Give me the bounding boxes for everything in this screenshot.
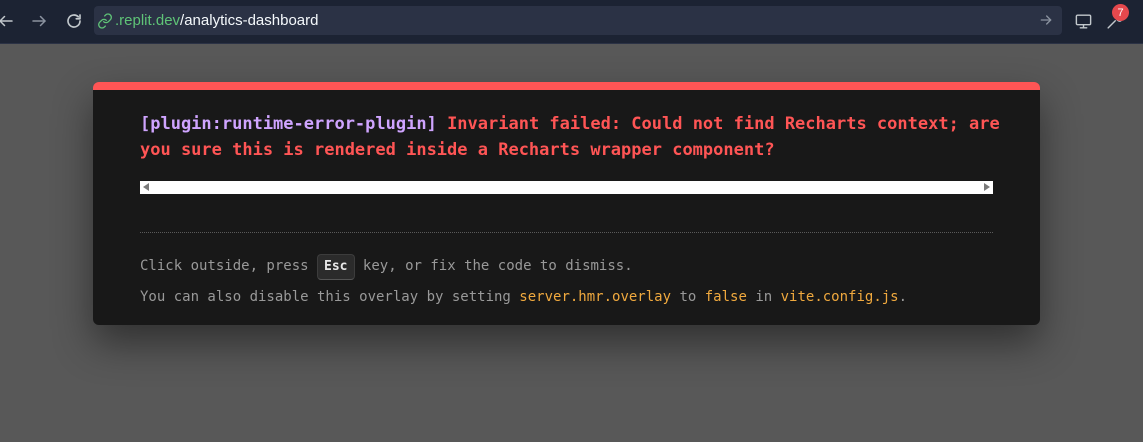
arrow-right-icon [1040,15,1052,25]
arrow-right-icon [32,15,46,27]
setting-value: false [704,289,747,305]
monitor-icon [1075,13,1091,29]
divider [140,232,993,233]
browser-toolbar: .replit.dev/analytics-dashboard 7 [0,0,1143,44]
go-button[interactable] [1038,12,1054,28]
error-message: [plugin:runtime-error-plugin] Invariant … [140,111,1000,163]
tip-text: You can also disable this overlay by set… [140,289,520,305]
url-path: /analytics-dashboard [180,12,319,29]
setting-name: server.hmr.overlay [519,289,672,305]
esc-key[interactable]: Esc [317,254,355,280]
tip-text: Click outside, press [140,258,318,274]
notification-badge: 7 [1112,4,1129,21]
url-domain: .replit.dev [115,12,181,29]
forward-button[interactable] [27,9,51,33]
scroll-right-icon[interactable] [984,183,990,191]
error-plugin-name: [plugin:runtime-error-plugin] [140,114,437,134]
url-bar[interactable]: .replit.dev/analytics-dashboard [94,6,1062,35]
reload-button[interactable] [62,9,86,33]
dismiss-tip: Click outside, press Esc key, or fix the… [140,252,1010,280]
scrollbar-thumb[interactable] [152,185,981,190]
tip-text: in [746,289,781,305]
tip-text: . [898,289,908,305]
devices-button[interactable] [1071,9,1095,33]
tip-text: to [671,289,705,305]
link-icon [97,12,113,29]
arrow-left-icon [0,15,13,27]
reload-icon [67,14,81,28]
scroll-left-icon[interactable] [143,183,149,191]
config-file-name: vite.config.js [780,289,899,305]
back-button[interactable] [0,9,18,33]
tip-text: key, or fix the code to dismiss. [354,258,633,274]
error-overlay: [plugin:runtime-error-plugin] Invariant … [93,82,1040,325]
disable-tip: You can also disable this overlay by set… [140,286,1010,308]
horizontal-scrollbar[interactable] [140,181,993,194]
